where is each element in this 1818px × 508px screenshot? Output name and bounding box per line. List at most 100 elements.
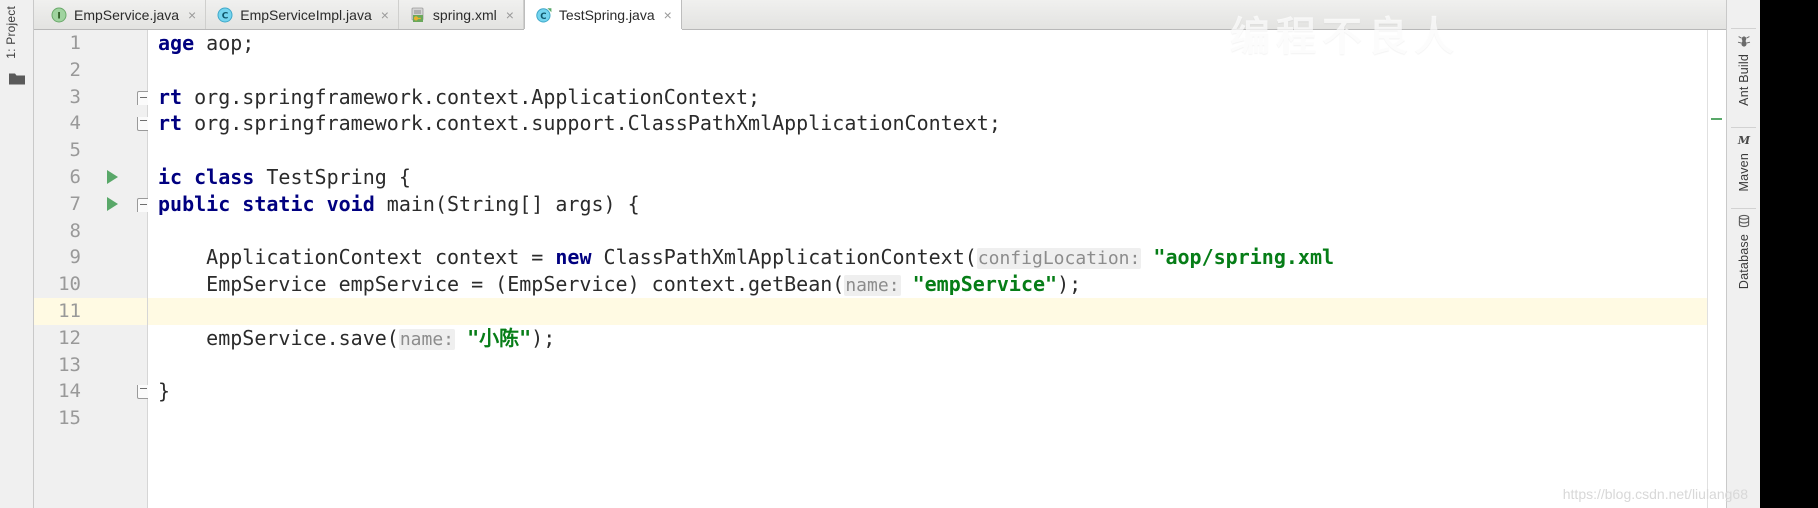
sidebar-label: Database [1736, 234, 1751, 290]
close-icon[interactable]: × [381, 8, 389, 22]
run-gutter-icon[interactable] [107, 169, 118, 184]
code-line[interactable]: ic class TestSpring { [148, 164, 1707, 191]
line-number: 11 [58, 299, 81, 322]
sidebar-item-ant-build[interactable]: Ant Build [1727, 34, 1760, 106]
close-icon[interactable]: × [506, 8, 514, 22]
gutter-row[interactable]: 7 [34, 191, 150, 218]
tab-spring-xml[interactable]: spring.xml × [399, 0, 524, 29]
code-line[interactable]: age aop; [148, 30, 1707, 57]
line-number: 3 [69, 85, 81, 108]
gutter-row[interactable]: 15 [34, 405, 147, 432]
code-line[interactable] [148, 405, 1707, 432]
string-token: "小陈" [467, 325, 532, 350]
parameter-hint: name: [398, 328, 456, 350]
gutter-row[interactable]: 8 [34, 218, 147, 245]
close-icon[interactable]: × [664, 8, 672, 22]
parameter-hint: name: [844, 275, 901, 297]
gutter-row[interactable]: 2 [34, 57, 147, 84]
editor-gutter[interactable]: 1 2 3 4 5 6 7 8 9 10 11 12 13 14 15 [34, 30, 150, 508]
code-token: ClassPathXmlApplicationContext( [591, 245, 977, 270]
keyword-token: ic class [158, 164, 255, 189]
code-line[interactable]: public static void main(String[] args) { [148, 191, 1707, 218]
code-line[interactable]: rt org.springframework.context.Applicati… [148, 84, 1707, 111]
tab-testspring-java[interactable]: C TestSpring.java × [523, 0, 682, 29]
code-token: ApplicationContext context = [158, 245, 556, 270]
code-line[interactable] [148, 57, 1707, 84]
line-number: 7 [69, 192, 81, 215]
code-token: aop; [194, 31, 255, 55]
line-number: 9 [69, 246, 81, 269]
code-line[interactable]: } [148, 378, 1707, 405]
keyword-token: rt [158, 84, 183, 109]
gutter-row[interactable]: 6 [34, 164, 147, 191]
line-number: 12 [58, 326, 81, 349]
sidebar-item-project[interactable]: 1: Project [4, 6, 18, 59]
gutter-row[interactable]: 14 [34, 378, 150, 405]
keyword-token: age [158, 31, 195, 55]
code-token: org.springframework.context.support.Clas… [182, 111, 1001, 136]
code-line[interactable] [148, 137, 1707, 164]
sidebar-item-maven[interactable]: M Maven [1727, 133, 1760, 192]
svg-text:C: C [540, 11, 546, 21]
watermark-bottom: https://blog.csdn.net/liulang68 [1562, 486, 1748, 502]
editor-tab-bar: I EmpService.java × C EmpServiceImpl.jav… [34, 0, 1726, 30]
ide-window: 1: Project I EmpService.java × C EmpServ… [0, 0, 1818, 508]
folder-icon[interactable] [9, 72, 25, 85]
right-tool-strip: Ant Build M Maven Database [1726, 0, 1760, 508]
code-token: ); [1057, 272, 1082, 297]
spring-config-icon [410, 7, 426, 23]
editor-column: I EmpService.java × C EmpServiceImpl.jav… [34, 0, 1726, 508]
gutter-row[interactable]: 10 [34, 271, 147, 298]
code-line[interactable] [148, 218, 1707, 245]
gutter-row[interactable]: 12 [34, 325, 147, 352]
string-token: "aop/spring.xml [1153, 245, 1335, 270]
ide-frame: 1: Project I EmpService.java × C EmpServ… [0, 0, 1760, 508]
java-interface-icon: I [51, 7, 67, 23]
gutter-row[interactable]: 4 [34, 110, 150, 137]
svg-text:M: M [1737, 134, 1751, 147]
gutter-row[interactable]: 5 [34, 137, 147, 164]
line-number: 15 [58, 407, 81, 430]
code-line[interactable]: rt org.springframework.context.support.C… [148, 110, 1707, 137]
code-line[interactable]: ApplicationContext context = new ClassPa… [148, 244, 1707, 271]
gutter-row[interactable]: 13 [34, 352, 147, 379]
svg-text:I: I [57, 11, 60, 21]
sidebar-item-database[interactable]: Database [1727, 214, 1760, 289]
tab-empservice-java[interactable]: I EmpService.java × [40, 0, 207, 29]
keyword-token: public static void [158, 191, 375, 216]
line-number: 14 [58, 380, 81, 403]
line-number: 1 [69, 32, 81, 54]
maven-m-icon: M [1736, 133, 1751, 147]
gutter-row[interactable]: 1 [34, 30, 147, 57]
keyword-token: rt [158, 111, 183, 136]
code-token: main(String[] args) { [374, 191, 640, 216]
gutter-row[interactable]: 11 [34, 297, 147, 325]
tab-label: EmpService.java [74, 6, 180, 23]
code-token: TestSpring { [254, 164, 411, 189]
code-line[interactable] [148, 297, 1707, 325]
code-token: ); [531, 325, 556, 350]
close-icon[interactable]: × [188, 8, 196, 22]
code-token: EmpService empService = (EmpService) con… [158, 272, 845, 297]
sidebar-label: Ant Build [1736, 54, 1751, 106]
code-pane[interactable]: age aop; rt org.springframework.context.… [148, 30, 1707, 508]
code-line[interactable]: EmpService empService = (EmpService) con… [148, 271, 1707, 298]
code-line[interactable] [148, 352, 1707, 379]
line-number: 13 [58, 353, 81, 376]
code-line[interactable]: empService.save(name: "小陈"); [148, 325, 1707, 352]
line-number: 6 [69, 165, 81, 188]
gutter-row[interactable]: 3 [34, 84, 150, 111]
gutter-row[interactable]: 9 [34, 244, 147, 271]
run-gutter-icon[interactable] [107, 196, 118, 211]
line-number: 10 [58, 273, 81, 296]
string-token: "empService" [912, 272, 1058, 297]
tab-empserviceimpl-java[interactable]: C EmpServiceImpl.java × [206, 0, 399, 29]
tab-label: spring.xml [432, 6, 497, 23]
line-number: 5 [69, 139, 81, 162]
left-tool-strip: 1: Project [0, 0, 34, 508]
java-class-icon: C [217, 7, 233, 23]
tab-label: EmpServiceImpl.java [240, 6, 372, 23]
line-number: 4 [69, 112, 81, 135]
inspection-scrollbar[interactable] [1707, 30, 1726, 508]
